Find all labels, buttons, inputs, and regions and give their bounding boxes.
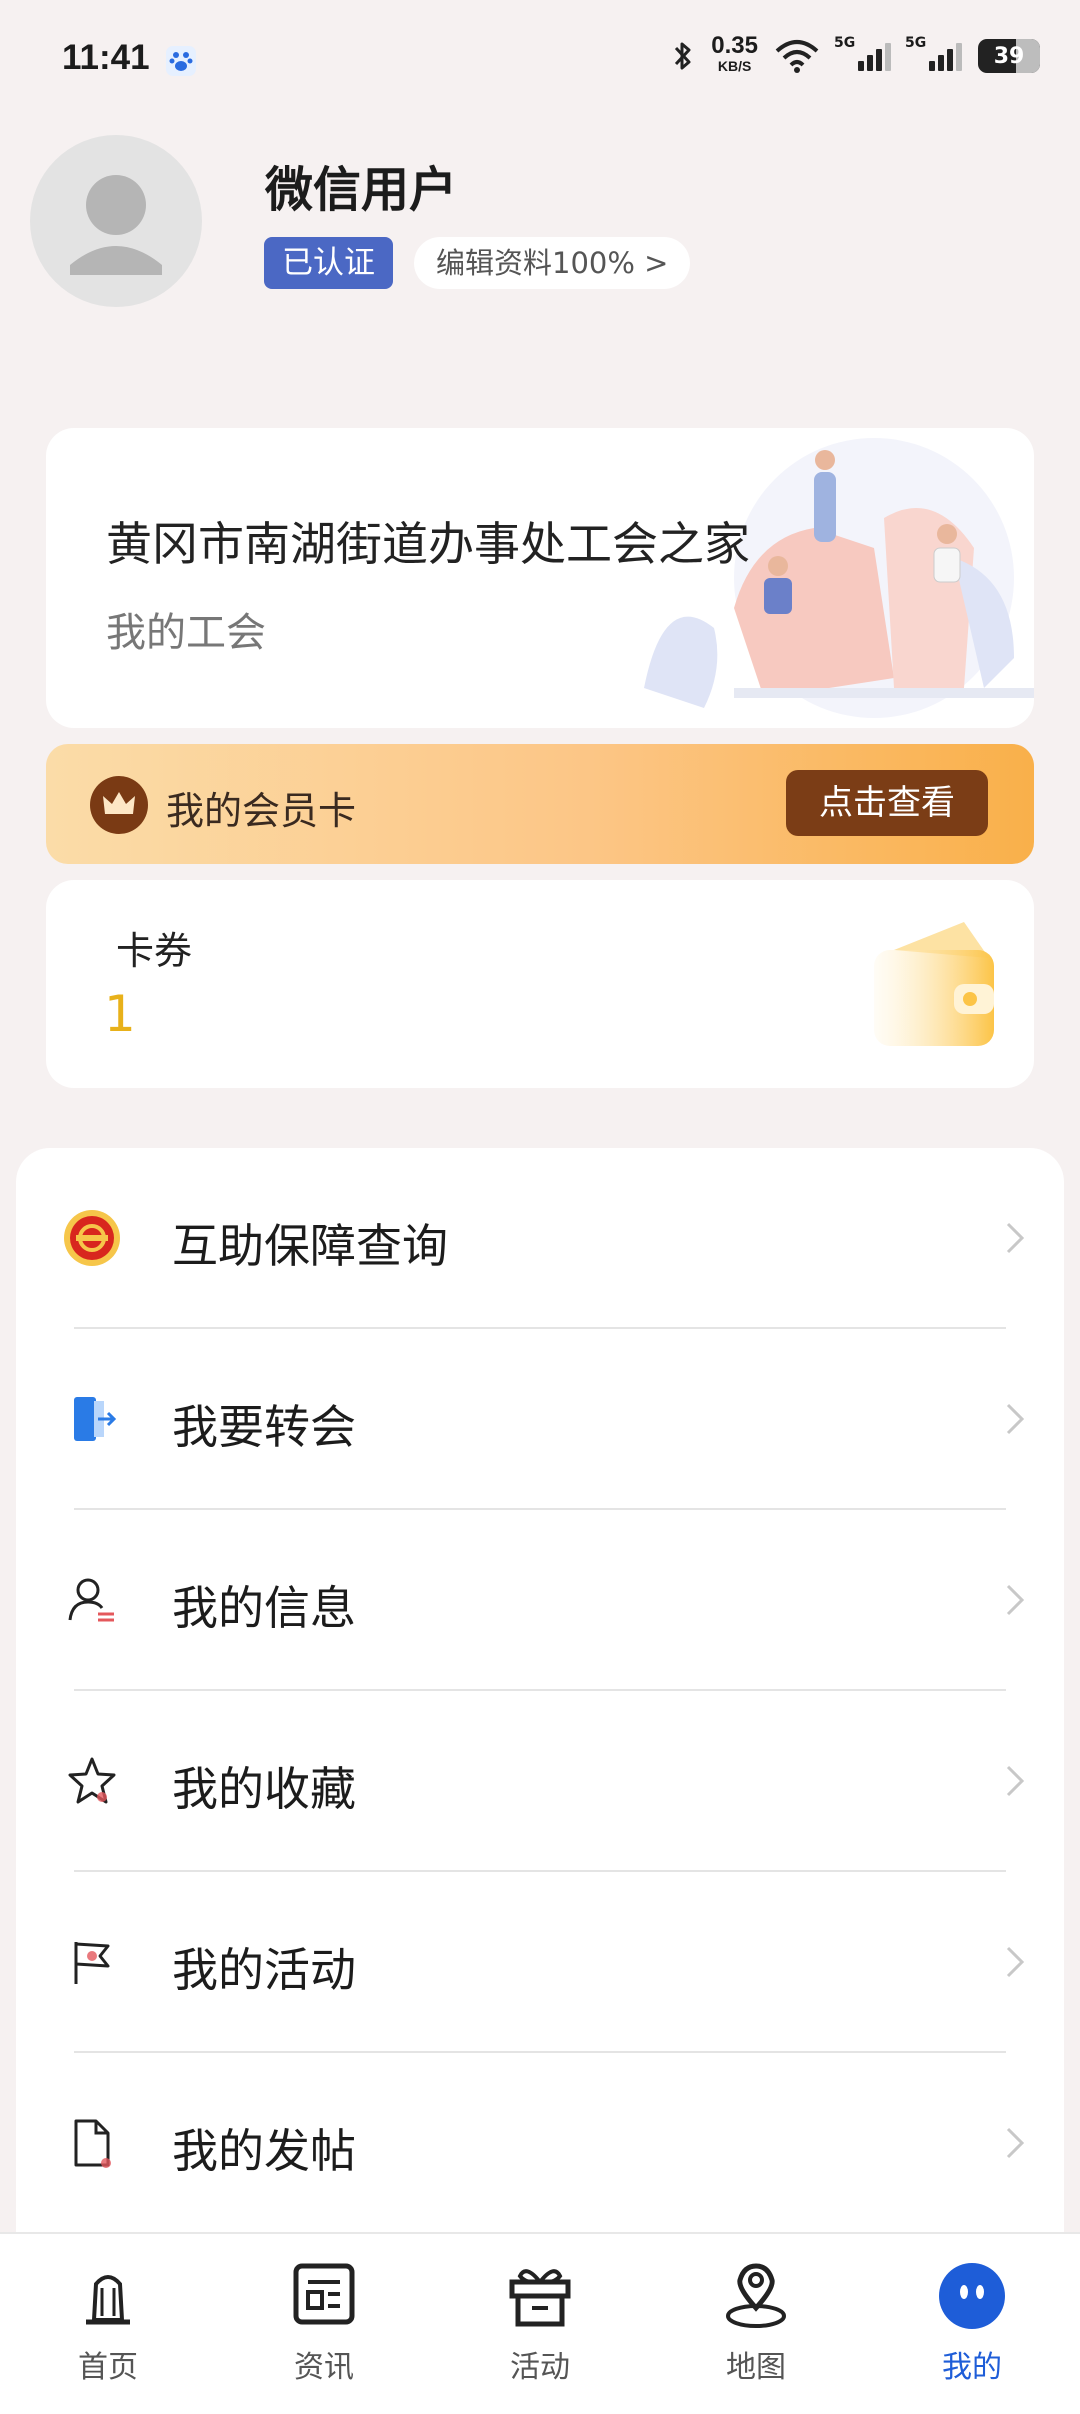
- tab-home[interactable]: 首页: [0, 2234, 216, 2414]
- map-pin-icon: [726, 2263, 786, 2328]
- signal-5g-1-icon: 5G: [834, 35, 891, 71]
- profile-face-icon: [939, 2263, 1005, 2329]
- tab-news[interactable]: 资讯: [216, 2234, 432, 2414]
- member-card-bar[interactable]: 我的会员卡 点击查看: [46, 744, 1034, 864]
- union-illustration: [644, 438, 1034, 718]
- gift-icon: [509, 2269, 571, 2327]
- bottom-tab-bar: 首页 资讯 活动 地图 我的: [0, 2232, 1080, 2414]
- signal-5g-2-icon: 5G: [905, 35, 962, 71]
- chevron-right-icon: [1006, 1403, 1025, 1435]
- menu-item-favorites[interactable]: 我的收藏: [16, 1691, 1064, 1872]
- tab-label: 地图: [726, 2350, 786, 2385]
- tab-map[interactable]: 地图: [648, 2234, 864, 2414]
- status-icons: 0.35 KB/S 5G 5G 39: [671, 32, 1040, 76]
- wifi-icon: [775, 40, 819, 73]
- union-card[interactable]: 黄冈市南湖街道办事处工会之家 我的工会: [46, 428, 1034, 728]
- tab-profile[interactable]: 我的: [864, 2234, 1080, 2414]
- status-time: 11:41: [62, 38, 150, 77]
- tab-label: 首页: [78, 2350, 138, 2385]
- edit-profile-button[interactable]: 编辑资料100% >: [414, 237, 691, 289]
- union-subtitle: 我的工会: [106, 610, 266, 656]
- tab-activities[interactable]: 活动: [432, 2234, 648, 2414]
- coupon-count: 1: [104, 985, 136, 1043]
- tab-label: 活动: [510, 2350, 570, 2385]
- battery-icon: 39: [978, 39, 1040, 73]
- menu-label: 我的发帖: [172, 2124, 356, 2178]
- chevron-right-icon: [1006, 1584, 1025, 1616]
- menu-label: 互助保障查询: [172, 1219, 448, 1273]
- document-icon: [74, 2119, 111, 2168]
- home-tower-icon: [86, 2275, 130, 2325]
- union-name: 黄冈市南湖街道办事处工会之家: [106, 517, 750, 571]
- chevron-right-icon: [1006, 1222, 1025, 1254]
- view-member-card-button[interactable]: 点击查看: [786, 770, 988, 836]
- menu-list: 互助保障查询 我要转会 我的信息 我的收藏 我的活动 我的发帖: [16, 1148, 1064, 2238]
- menu-label: 我的活动: [172, 1943, 356, 1997]
- news-icon: [293, 2263, 355, 2325]
- chevron-right-icon: [1006, 1765, 1025, 1797]
- menu-label: 我要转会: [172, 1400, 356, 1454]
- net-speed: 0.35 KB/S: [711, 32, 758, 75]
- baidu-paw-icon: [166, 46, 196, 76]
- door-transfer-icon: [74, 1397, 117, 1441]
- coupon-label: 卡券: [116, 929, 193, 973]
- union-emblem-icon: [64, 1210, 120, 1266]
- member-card-label: 我的会员卡: [166, 789, 357, 833]
- bluetooth-icon: [675, 42, 691, 70]
- star-icon: [68, 1757, 116, 1804]
- avatar[interactable]: [30, 135, 202, 307]
- tab-label: 我的: [942, 2350, 1002, 2385]
- menu-label: 我的信息: [172, 1581, 356, 1635]
- tab-label: 资讯: [294, 2350, 354, 2385]
- user-info-icon: [68, 1578, 114, 1622]
- menu-item-my-info[interactable]: 我的信息: [16, 1510, 1064, 1691]
- flag-icon: [74, 1942, 110, 1984]
- menu-item-posts[interactable]: 我的发帖: [16, 2053, 1064, 2234]
- default-user-icon: [70, 175, 162, 275]
- status-bar: 11:41 0.35 KB/S 5G 5G 39: [0, 0, 1080, 125]
- menu-item-activities[interactable]: 我的活动: [16, 1872, 1064, 2053]
- wallet-icon: [874, 922, 994, 1046]
- chevron-right-icon: [1006, 2127, 1025, 2159]
- crown-icon: [90, 776, 148, 834]
- coupon-card[interactable]: 卡券 1: [46, 880, 1034, 1088]
- menu-item-mutual-aid[interactable]: 互助保障查询: [16, 1148, 1064, 1329]
- username: 微信用户: [265, 162, 458, 218]
- menu-label: 我的收藏: [172, 1762, 356, 1816]
- chevron-right-icon: [1006, 1946, 1025, 1978]
- verified-badge: 已认证: [264, 237, 393, 289]
- menu-item-transfer[interactable]: 我要转会: [16, 1329, 1064, 1510]
